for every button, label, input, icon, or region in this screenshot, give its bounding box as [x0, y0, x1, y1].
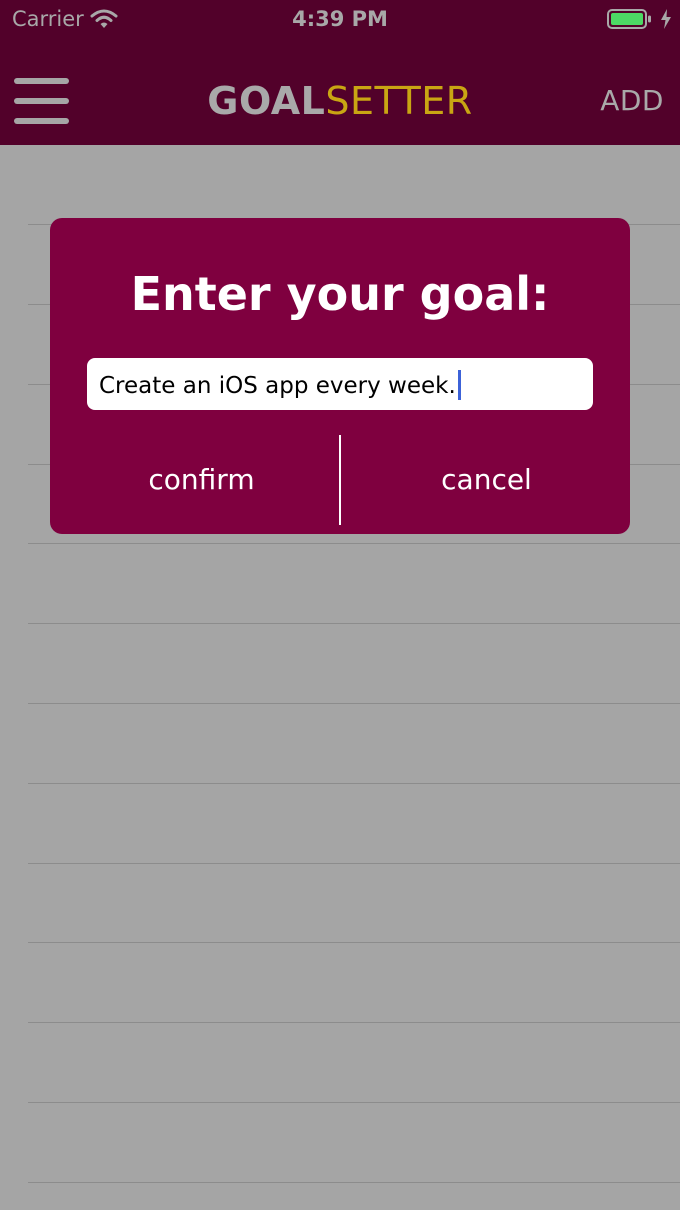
list-row-divider	[28, 1102, 680, 1103]
goal-entry-dialog: Enter your goal: Create an iOS app every…	[50, 218, 630, 534]
app-header: Carrier 4:39 PM GOALSETTER ADD	[0, 0, 680, 145]
app-title-goal: GOAL	[207, 79, 326, 123]
status-bar: Carrier 4:39 PM	[0, 0, 680, 40]
battery-icon	[607, 9, 651, 29]
list-row-divider	[28, 863, 680, 864]
charging-icon	[661, 9, 671, 29]
list-row-divider	[28, 1022, 680, 1023]
confirm-button[interactable]: confirm	[60, 462, 343, 498]
list-row-divider	[28, 783, 680, 784]
add-button[interactable]: ADD	[600, 84, 664, 118]
text-cursor	[457, 370, 461, 400]
list-row-divider	[28, 623, 680, 624]
status-time: 4:39 PM	[292, 7, 388, 31]
app-title: GOALSETTER	[0, 79, 680, 123]
list-row-divider	[28, 942, 680, 943]
goal-input[interactable]: Create an iOS app every week.	[87, 358, 593, 410]
goal-input-value: Create an iOS app every week.	[99, 370, 461, 400]
app-title-setter: SETTER	[325, 79, 473, 123]
cancel-button[interactable]: cancel	[343, 462, 630, 498]
list-row-divider	[28, 703, 680, 704]
list-row-divider	[28, 1182, 680, 1183]
list-row-divider	[28, 543, 680, 544]
dialog-title: Enter your goal:	[130, 267, 550, 321]
